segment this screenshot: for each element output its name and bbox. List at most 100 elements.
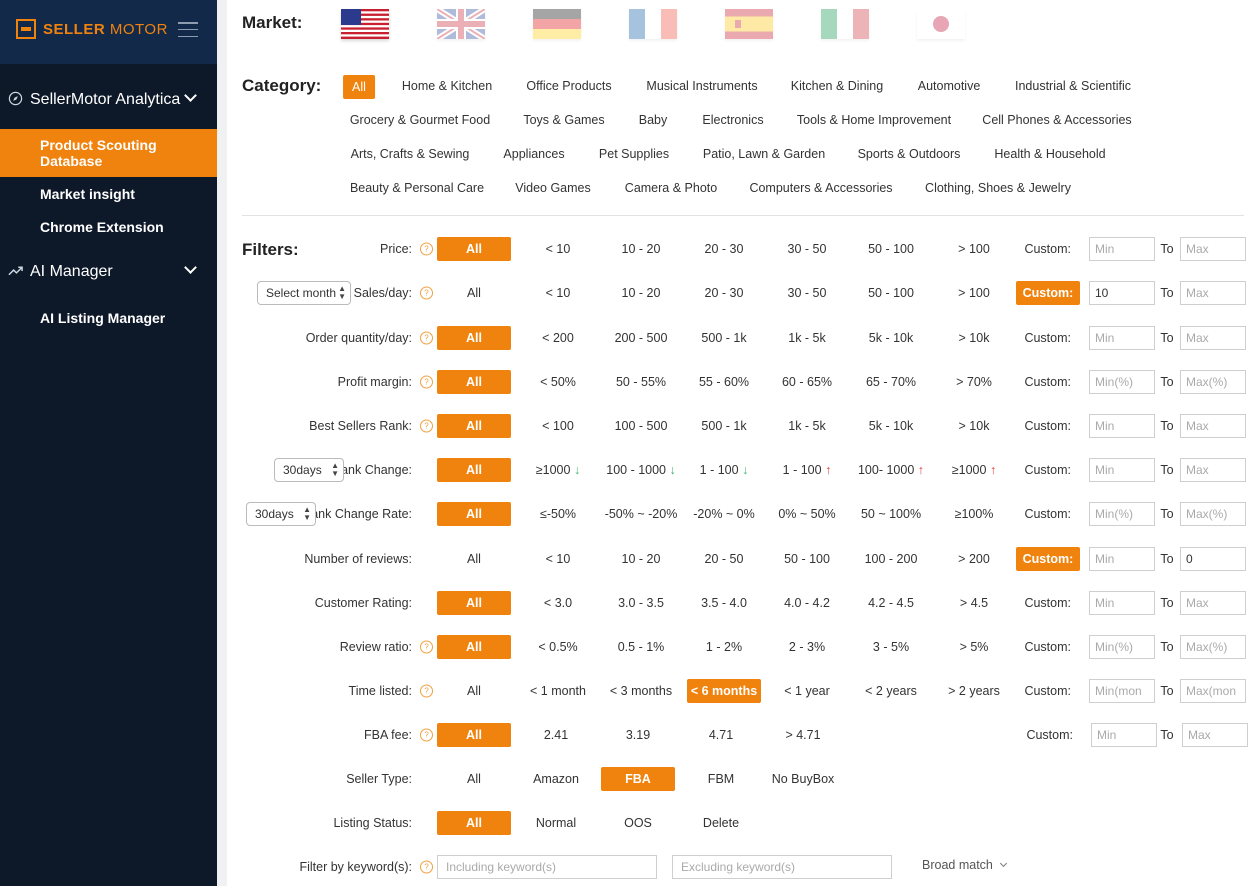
filter-option[interactable]: 10 - 20: [622, 552, 661, 566]
excluding-keyword-input[interactable]: [672, 855, 892, 879]
filter-option[interactable]: Amazon: [533, 772, 579, 786]
filter-option[interactable]: ≥100%: [955, 507, 994, 521]
filter-option[interactable]: 1k - 5k: [788, 419, 826, 433]
custom-max-input[interactable]: [1180, 326, 1246, 350]
filter-option[interactable]: < 2 years: [865, 684, 917, 698]
category-item[interactable]: Arts, Crafts & Sewing: [351, 147, 470, 161]
filter-option[interactable]: < 10: [546, 242, 571, 256]
filter-option[interactable]: No BuyBox: [772, 772, 835, 786]
it-flag-icon[interactable]: [821, 9, 869, 39]
help-icon[interactable]: ?: [420, 242, 433, 256]
custom-min-input[interactable]: [1089, 414, 1155, 438]
filter-option[interactable]: ≥1000 ↑: [952, 463, 996, 477]
help-icon[interactable]: ?: [420, 375, 433, 389]
filter-option[interactable]: < 6 months: [687, 679, 761, 703]
chevron-down-icon[interactable]: [184, 89, 197, 102]
filter-option[interactable]: All: [437, 458, 511, 482]
filter-option[interactable]: All: [437, 811, 511, 835]
custom-min-input[interactable]: [1089, 635, 1155, 659]
including-keyword-input[interactable]: [437, 855, 657, 879]
filter-option[interactable]: > 10k: [959, 331, 990, 345]
filter-option[interactable]: 10 - 20: [622, 242, 661, 256]
help-icon[interactable]: ?: [420, 286, 433, 300]
filter-option[interactable]: 3.5 - 4.0: [701, 596, 747, 610]
period-select[interactable]: 30days ▲ ▼: [246, 502, 316, 526]
filter-option[interactable]: 30 - 50: [788, 242, 827, 256]
filter-option[interactable]: FBM: [708, 772, 734, 786]
period-select[interactable]: 30days ▲ ▼: [274, 458, 344, 482]
category-item[interactable]: Home & Kitchen: [402, 79, 492, 93]
custom-min-input[interactable]: [1089, 370, 1155, 394]
filter-option[interactable]: 500 - 1k: [701, 419, 746, 433]
filter-option[interactable]: 65 - 70%: [866, 375, 916, 389]
custom-max-input[interactable]: [1180, 502, 1246, 526]
filter-option[interactable]: All: [437, 591, 511, 615]
filter-option[interactable]: > 4.71: [785, 728, 820, 742]
filter-option[interactable]: ≥1000 ↓: [536, 463, 580, 477]
help-icon[interactable]: ?: [420, 728, 433, 742]
category-item[interactable]: Baby: [639, 113, 668, 127]
filter-option[interactable]: 20 - 30: [705, 242, 744, 256]
custom-min-input[interactable]: [1089, 458, 1155, 482]
custom-max-input[interactable]: [1180, 635, 1246, 659]
us-flag-icon[interactable]: [341, 9, 389, 39]
help-icon[interactable]: ?: [420, 860, 433, 874]
category-item[interactable]: Musical Instruments: [646, 79, 757, 93]
sidebar-item-chrome-extension[interactable]: Chrome Extension: [0, 219, 217, 235]
help-icon[interactable]: ?: [420, 331, 433, 345]
filter-option[interactable]: ≤-50%: [540, 507, 576, 521]
sidebar-section-analytica[interactable]: SellerMotor Analytica: [0, 85, 217, 115]
filter-option[interactable]: 60 - 65%: [782, 375, 832, 389]
filter-option[interactable]: > 70%: [956, 375, 992, 389]
filter-option[interactable]: 3 - 5%: [873, 640, 909, 654]
filter-option[interactable]: 2.41: [544, 728, 568, 742]
filter-option[interactable]: < 10: [546, 552, 571, 566]
filter-option[interactable]: < 50%: [540, 375, 576, 389]
custom-min-input[interactable]: [1089, 326, 1155, 350]
filter-option[interactable]: > 10k: [959, 419, 990, 433]
filter-option[interactable]: > 5%: [960, 640, 989, 654]
filter-option[interactable]: < 1 month: [530, 684, 586, 698]
custom-max-input[interactable]: [1180, 370, 1246, 394]
filter-option[interactable]: 1k - 5k: [788, 331, 826, 345]
sidebar-item-ai-listing-manager[interactable]: AI Listing Manager: [0, 310, 217, 326]
category-all[interactable]: All: [343, 75, 375, 99]
filter-option[interactable]: 4.71: [709, 728, 733, 742]
category-item[interactable]: Kitchen & Dining: [791, 79, 883, 93]
filter-option[interactable]: > 200: [958, 552, 990, 566]
custom-max-input[interactable]: [1180, 281, 1246, 305]
filter-option[interactable]: All: [467, 684, 481, 698]
broad-match-dropdown[interactable]: Broad match: [922, 858, 1008, 872]
category-item[interactable]: Grocery & Gourmet Food: [350, 113, 490, 127]
filter-option[interactable]: 4.0 - 4.2: [784, 596, 830, 610]
custom-min-input[interactable]: [1089, 591, 1155, 615]
filter-option[interactable]: 3.0 - 3.5: [618, 596, 664, 610]
filter-option[interactable]: > 100: [958, 242, 990, 256]
filter-option[interactable]: 50 - 55%: [616, 375, 666, 389]
category-item[interactable]: Automotive: [918, 79, 981, 93]
filter-option[interactable]: 4.2 - 4.5: [868, 596, 914, 610]
custom-min-input[interactable]: [1089, 502, 1155, 526]
filter-option[interactable]: > 100: [958, 286, 990, 300]
filter-option[interactable]: > 4.5: [960, 596, 988, 610]
custom-min-input[interactable]: [1089, 547, 1155, 571]
category-item[interactable]: Electronics: [702, 113, 763, 127]
filter-option[interactable]: -20% ~ 0%: [693, 507, 755, 521]
filter-option[interactable]: 20 - 50: [705, 552, 744, 566]
filter-option[interactable]: 0% ~ 50%: [778, 507, 835, 521]
custom-max-input[interactable]: [1180, 591, 1246, 615]
category-item[interactable]: Pet Supplies: [599, 147, 669, 161]
filter-option[interactable]: All: [437, 326, 511, 350]
category-item[interactable]: Industrial & Scientific: [1015, 79, 1131, 93]
uk-flag-icon[interactable]: [437, 9, 485, 39]
filter-option[interactable]: Delete: [703, 816, 739, 830]
filter-option[interactable]: 50 ~ 100%: [861, 507, 921, 521]
filter-option[interactable]: All: [437, 237, 511, 261]
filter-option[interactable]: FBA: [601, 767, 675, 791]
category-item[interactable]: Patio, Lawn & Garden: [703, 147, 825, 161]
filter-option[interactable]: 50 - 100: [784, 552, 830, 566]
filter-option[interactable]: 100 - 1000 ↓: [606, 463, 676, 477]
filter-option[interactable]: All: [437, 414, 511, 438]
filter-option[interactable]: < 10: [546, 286, 571, 300]
filter-option[interactable]: < 0.5%: [538, 640, 577, 654]
